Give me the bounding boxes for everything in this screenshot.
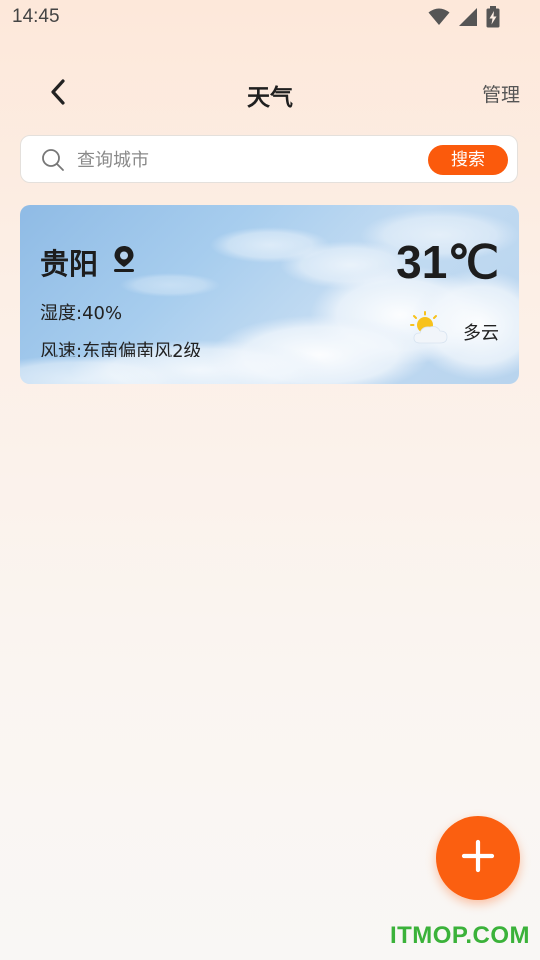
status-bar: 14:45 bbox=[0, 0, 540, 36]
wifi-icon bbox=[428, 8, 450, 26]
search-input[interactable] bbox=[75, 142, 419, 178]
page-title: 天气 bbox=[247, 85, 293, 111]
sky-cloud-background bbox=[20, 209, 519, 384]
battery-charging-icon bbox=[486, 6, 500, 28]
search-button[interactable]: 搜索 bbox=[428, 145, 508, 175]
signal-icon bbox=[458, 7, 478, 27]
watermark: ITMOP.COM bbox=[389, 922, 530, 949]
location-pin-icon bbox=[112, 245, 136, 277]
weather-condition: 多云 bbox=[463, 323, 499, 344]
wind-speed: 风速:东南偏南风2级 bbox=[40, 341, 202, 357]
manage-button[interactable]: 管理 bbox=[482, 80, 520, 107]
weather-card[interactable]: 贵阳 31℃ 湿度:40% 风速:东南偏南风2级 多云 bbox=[20, 205, 519, 384]
status-time: 14:45 bbox=[12, 6, 60, 27]
add-city-button[interactable] bbox=[436, 816, 520, 900]
temperature: 31℃ bbox=[396, 236, 499, 288]
header: 天气 管理 bbox=[0, 70, 540, 116]
humidity: 湿度:40% bbox=[40, 303, 123, 324]
search-bar: 搜索 bbox=[20, 135, 518, 183]
search-icon bbox=[41, 148, 65, 176]
status-icons bbox=[428, 6, 500, 28]
partly-cloudy-icon bbox=[410, 311, 450, 351]
plus-icon bbox=[461, 839, 495, 877]
city-name: 贵阳 bbox=[40, 247, 99, 281]
